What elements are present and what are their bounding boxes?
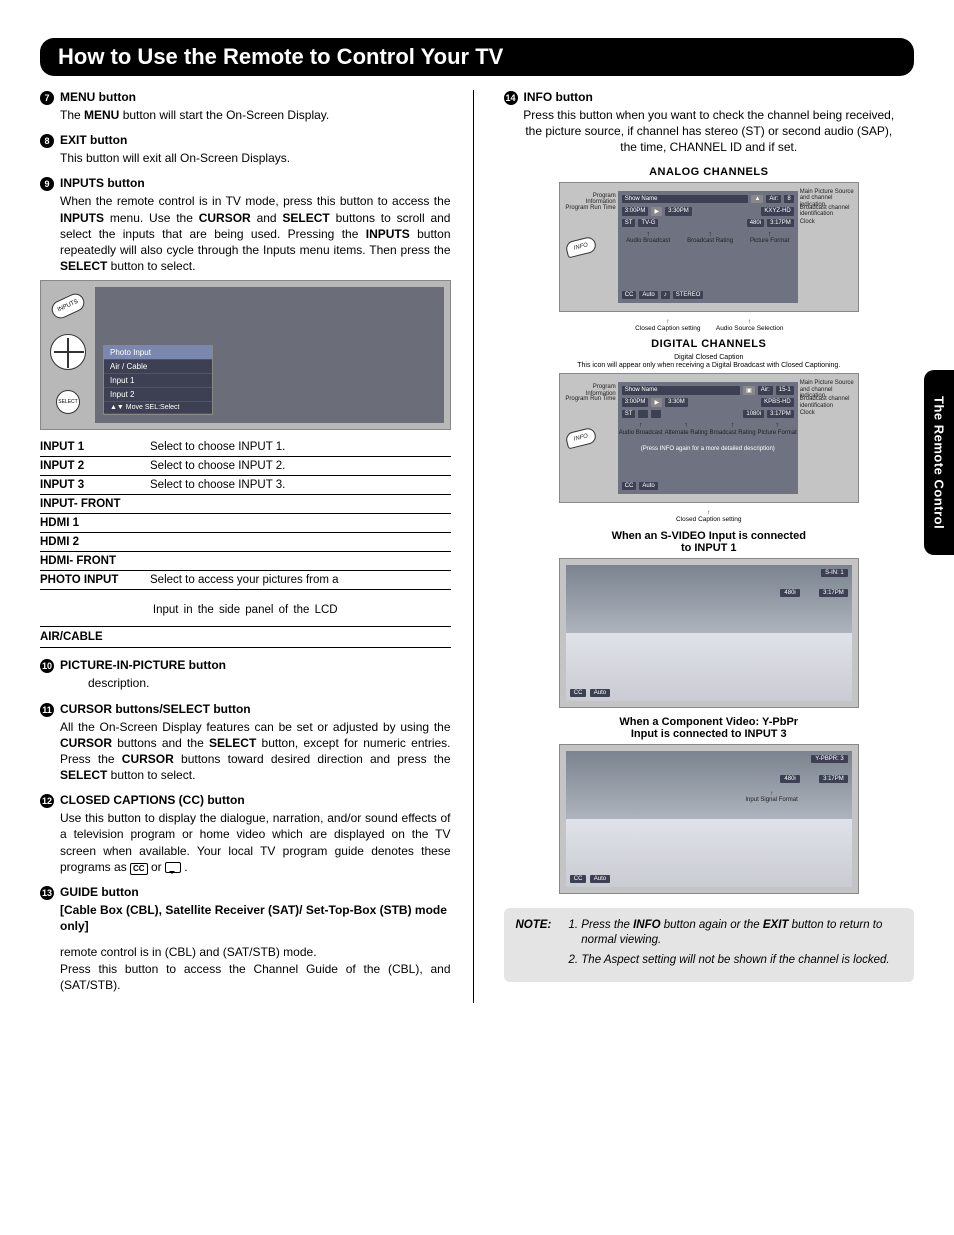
input-note: Input in the side panel of the LCD [40,604,451,616]
svideo-diagram: INFO S-IN: 1 480i 3:17PM CC Auto [559,558,859,708]
note-box: NOTE: Press the INFO button again or the… [504,908,915,983]
item-title: INPUTS button [60,176,145,190]
section-tab: The Remote Control [924,370,954,555]
analog-diagram: Program Information Program Run Time Mai… [559,182,859,312]
analog-heading: ANALOG CHANNELS [504,166,915,178]
dpad-icon [50,334,86,370]
analog-bottom-labels: ↑Closed Caption setting ↑Audio Source Se… [504,318,915,332]
num-badge: 13 [40,886,54,900]
item-title: CLOSED CAPTIONS (CC) button [60,793,245,807]
item-title: GUIDE button [60,885,139,899]
table-row: PHOTO INPUTSelect to access your picture… [40,571,451,590]
num-badge: 10 [40,659,54,673]
num-badge: 14 [504,91,518,105]
table-row: HDMI 2 [40,533,451,552]
num-badge: 12 [40,794,54,808]
digital-diagram: Program Information Program Run Time Mai… [559,373,859,503]
num-badge: 7 [40,91,54,105]
inputs-remote-icon: INPUTS [49,291,87,322]
item-guide-button: 13 GUIDE button [Cable Box (CBL), Satell… [40,885,451,993]
item-inputs-button: 9 INPUTS button When the remote control … [40,176,451,648]
air-cable-row: AIR/CABLE [40,626,451,648]
item-cc-button: 12 CLOSED CAPTIONS (CC) button Use this … [40,793,451,875]
num-badge: 8 [40,134,54,148]
table-row: INPUT- FRONT [40,495,451,514]
item-title: INFO button [524,90,593,104]
digital-heading: DIGITAL CHANNELS [504,338,915,350]
component-heading: When a Component Video: Y-PbPrInput is c… [504,716,915,740]
item-info-button: 14 INFO button Press this button when yo… [504,90,915,156]
info-remote-icon: INFO [564,235,597,258]
svideo-heading: When an S-VIDEO Input is connectedto INP… [504,530,915,554]
table-row: INPUT 3Select to choose INPUT 3. [40,476,451,495]
table-row: HDMI- FRONT [40,552,451,571]
inputs-table: INPUT 1Select to choose INPUT 1.INPUT 2S… [40,438,451,590]
item-title: EXIT button [60,133,127,147]
select-remote-icon: SELECT [56,390,80,414]
item-pip-button: 10 PICTURE-IN-PICTURE button description… [40,658,451,691]
item-title: PICTURE-IN-PICTURE button [60,658,226,672]
num-badge: 11 [40,703,54,717]
table-row: HDMI 1 [40,514,451,533]
table-row: INPUT 2Select to choose INPUT 2. [40,457,451,476]
component-diagram: INFO Y-PBPR: 3 480i 3:17PM ↑Input Signal… [559,744,859,894]
inputs-menu-list: Photo Input Air / Cable Input 1 Input 2 … [103,345,213,415]
item-menu-button: 7 MENU button The MENU button will start… [40,90,451,123]
note-title: NOTE: [516,918,552,973]
page-title-bar: How to Use the Remote to Control Your TV [40,38,914,76]
inputs-menu-screenshot: INPUTS SELECT Photo Input Air / Cable In… [40,280,451,430]
item-title: CURSOR buttons/SELECT button [60,702,251,716]
info-remote-icon: INFO [564,427,597,450]
digital-subheading: Digital Closed CaptionThis icon will app… [504,354,915,369]
table-row: INPUT 1Select to choose INPUT 1. [40,438,451,457]
item-exit-button: 8 EXIT button This button will exit all … [40,133,451,166]
num-badge: 9 [40,177,54,191]
speech-bubble-icon [165,862,181,873]
cc-badge-icon: CC [130,863,148,875]
item-title: MENU button [60,90,136,104]
page-title: How to Use the Remote to Control Your TV [58,44,896,70]
item-cursor-select-button: 11 CURSOR buttons/SELECT button All the … [40,702,451,784]
